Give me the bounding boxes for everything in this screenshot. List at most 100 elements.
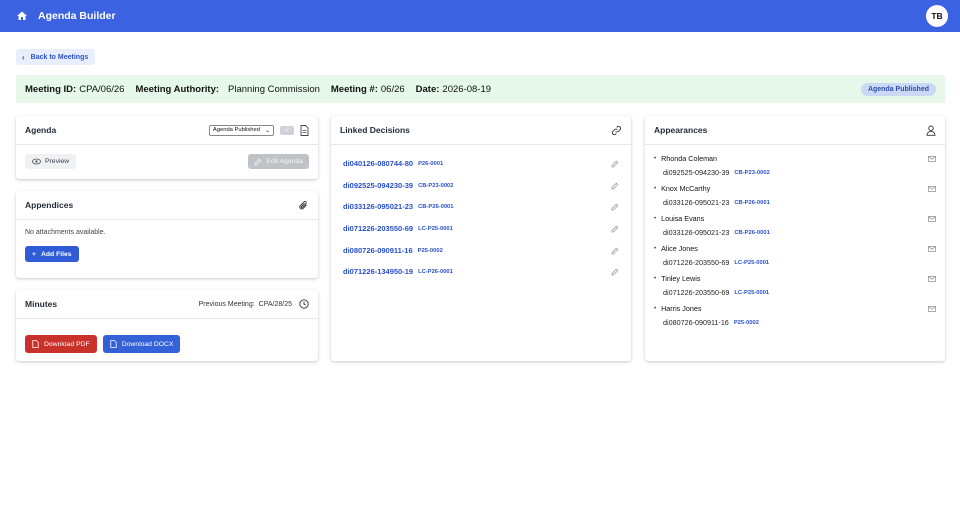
no-attachments-text: No attachments available.	[25, 229, 106, 236]
appearance-decision-code[interactable]: CB-P26-0001	[734, 200, 769, 206]
check-icon: ✓	[284, 127, 290, 134]
appearance-name: Rhonda Coleman	[661, 154, 718, 163]
decision-row: di071226-203550-69 LC-P25-0001	[343, 224, 619, 233]
bullet-icon: •	[654, 245, 657, 252]
back-to-meetings-button[interactable]: ‹ Back to Meetings	[16, 49, 96, 65]
appearance-item: • Alice Jones di071226-203550-69 LC-P25-00…	[654, 244, 936, 267]
appearance-decision-id: di092525-094230-39	[663, 168, 730, 177]
pencil-icon[interactable]	[611, 247, 619, 255]
appendices-card: Appendices No attachments available. + A…	[16, 191, 318, 278]
decision-code[interactable]: P25-0002	[418, 248, 443, 254]
download-docx-button[interactable]: Download DOCX	[102, 335, 181, 353]
decision-id-link[interactable]: di071226-203550-69	[343, 224, 413, 233]
previous-meeting-label: Previous Meeting:	[198, 300, 255, 308]
person-icon[interactable]	[926, 125, 936, 136]
paperclip-icon[interactable]	[299, 200, 309, 211]
edit-icon	[254, 158, 262, 165]
mail-icon[interactable]	[928, 156, 936, 162]
pencil-icon[interactable]	[611, 182, 619, 190]
decision-code[interactable]: LC-P26-0001	[418, 269, 453, 275]
decision-id-link[interactable]: di040126-080744-80	[343, 159, 413, 168]
file-icon	[110, 340, 117, 348]
bullet-icon: •	[654, 185, 657, 192]
preview-label: Preview	[45, 158, 70, 165]
agenda-title: Agenda	[25, 125, 57, 135]
appearance-decision-code[interactable]: CB-P23-0002	[734, 170, 769, 176]
status-badge: Agenda Published	[860, 82, 936, 96]
decision-code[interactable]: CB-P23-0002	[418, 183, 453, 189]
agenda-status-select[interactable]: Agenda Published ⌄	[208, 124, 274, 136]
decision-id-link[interactable]: di033126-095021-23	[343, 202, 413, 211]
meeting-number-value: 06/26	[380, 83, 405, 95]
pencil-icon[interactable]	[611, 160, 619, 168]
back-label: Back to Meetings	[30, 53, 89, 61]
meeting-id-value: CPA/06/26	[79, 83, 125, 95]
pencil-icon[interactable]	[611, 225, 619, 233]
decision-id-link[interactable]: di080726-090911-16	[343, 246, 413, 255]
appearance-decision-code[interactable]: P25-0002	[734, 320, 759, 326]
linked-decisions-title: Linked Decisions	[340, 125, 410, 135]
appearance-name: Tinley Lewis	[661, 274, 701, 283]
pencil-icon[interactable]	[611, 268, 619, 276]
file-icon	[32, 340, 39, 348]
meeting-authority-value: Planning Commission	[228, 83, 320, 95]
agenda-card: Agenda Agenda Published ⌄ ✓ Preview Edit…	[16, 116, 318, 179]
meeting-number-label: Meeting #:	[330, 83, 378, 95]
appearances-title: Appearances	[654, 125, 708, 135]
user-avatar[interactable]: TB	[926, 5, 948, 27]
decision-code[interactable]: LC-P25-0001	[418, 226, 453, 232]
meeting-date-value: 2026-08-19	[442, 83, 492, 95]
decision-id-link[interactable]: di071226-134950-19	[343, 267, 413, 276]
decision-row: di092525-094230-39 CB-P23-0002	[343, 181, 619, 190]
appearance-name: Alice Jones	[661, 244, 698, 253]
download-pdf-button[interactable]: Download PDF	[25, 335, 97, 353]
decision-id-link[interactable]: di092525-094230-39	[343, 181, 413, 190]
clock-icon[interactable]	[299, 299, 309, 309]
appearance-decision-id: di033126-095021-23	[663, 228, 730, 237]
decision-code[interactable]: CB-P26-0001	[418, 204, 453, 210]
previous-meeting-value: CPA/28/25	[258, 300, 292, 308]
appearance-decision-code[interactable]: CB-P26-0001	[734, 230, 769, 236]
chevron-left-icon: ‹	[22, 52, 25, 62]
linked-decisions-card: Linked Decisions di040126-080744-80 P26-…	[331, 116, 631, 361]
minutes-title: Minutes	[25, 299, 58, 309]
appearance-decision-id: di071226-203550-69	[663, 258, 730, 267]
document-icon[interactable]	[300, 124, 309, 136]
appearance-name: Harris Jones	[661, 304, 702, 313]
eye-icon	[32, 158, 41, 165]
appearance-decision-code[interactable]: LC-P25-0001	[734, 290, 769, 296]
appearance-item: • Rhonda Coleman di092525-094230-39 CB-P23…	[654, 154, 936, 177]
appearance-decision-id: di071226-203550-69	[663, 288, 730, 297]
home-icon[interactable]	[16, 10, 28, 22]
appearance-name: Knox McCarthy	[661, 184, 711, 193]
decision-row: di033126-095021-23 CB-P26-0001	[343, 202, 619, 211]
agenda-status-value: Agenda Published	[212, 127, 260, 133]
confirm-status-button[interactable]: ✓	[280, 125, 294, 135]
appearance-item: • Tinley Lewis di071226-203550-69 LC-P25-0…	[654, 274, 936, 297]
plus-icon: +	[32, 250, 36, 258]
mail-icon[interactable]	[928, 246, 936, 252]
chevron-down-icon: ⌄	[264, 127, 270, 134]
bullet-icon: •	[654, 275, 657, 282]
pencil-icon[interactable]	[611, 203, 619, 211]
decision-code[interactable]: P26-0001	[418, 161, 443, 167]
mail-icon[interactable]	[928, 306, 936, 312]
bullet-icon: •	[654, 305, 657, 312]
decision-row: di040126-080744-80 P26-0001	[343, 159, 619, 168]
edit-agenda-button[interactable]: Edit Agenda	[248, 154, 309, 169]
link-icon[interactable]	[611, 125, 622, 136]
minutes-card: Minutes Previous Meeting: CPA/28/25 Down…	[16, 290, 318, 361]
download-docx-label: Download DOCX	[121, 340, 174, 348]
mail-icon[interactable]	[928, 186, 936, 192]
appearance-item: • Knox McCarthy di033126-095021-23 CB-P26-…	[654, 184, 936, 207]
add-files-button[interactable]: + Add Files	[25, 246, 79, 262]
bullet-icon: •	[654, 155, 657, 162]
meeting-authority-label: Meeting Authority:	[135, 83, 220, 95]
appendices-title: Appendices	[25, 200, 74, 210]
mail-icon[interactable]	[928, 216, 936, 222]
app-title: Agenda Builder	[38, 10, 116, 22]
mail-icon[interactable]	[928, 276, 936, 282]
appearance-item: • Harris Jones di080726-090911-16 P25-0002	[654, 304, 936, 327]
appearance-decision-code[interactable]: LC-P25-0001	[734, 260, 769, 266]
preview-button[interactable]: Preview	[25, 154, 77, 169]
